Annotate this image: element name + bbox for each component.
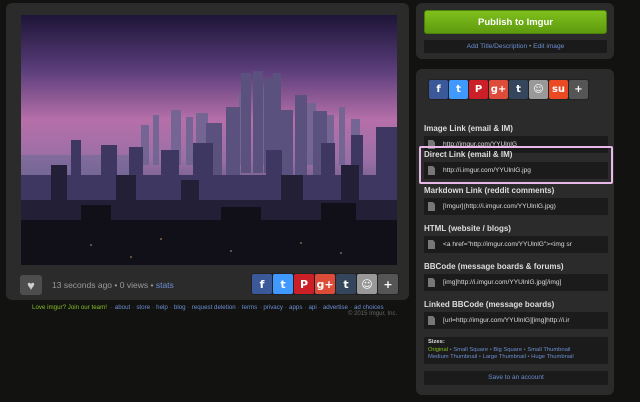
copyright: © 2015 Imgur, Inc. <box>348 311 398 317</box>
image-link-label: Image Link (email & IM) <box>424 124 513 133</box>
facebook-share-button[interactable]: f <box>429 80 448 99</box>
image-info-bar: ♥ 13 seconds ago • 0 views • stats f t Pg+… <box>20 273 399 297</box>
heart-icon: ♥ <box>27 277 35 293</box>
twitter-share-button[interactable]: t <box>273 274 293 294</box>
bbcode-link-field[interactable]: [img]http://i.imgur.com/YYUlnlG.jpg[/img… <box>424 274 608 291</box>
edit-links: Add Title/Description • Edit image <box>424 40 607 53</box>
html-link-field[interactable]: <a href="http://imgur.com/YYUlnlG"><img … <box>424 236 608 253</box>
twitter-icon: t <box>280 277 286 291</box>
footer-link-advertise[interactable]: advertise <box>323 304 348 311</box>
join-team-link[interactable]: Love imgur? Join our team! <box>32 304 107 311</box>
reddit-icon: ☺ <box>361 277 373 291</box>
footer-link-terms[interactable]: terms <box>242 304 257 311</box>
footer-link-request-deletion[interactable]: request deletion <box>192 304 236 311</box>
tumblr-share-button[interactable]: t <box>336 274 356 294</box>
image-meta: 13 seconds ago • 0 views • stats <box>52 280 174 290</box>
more-icon: + <box>383 277 393 291</box>
reddit-share-button[interactable]: ☺ <box>529 80 548 99</box>
pinterest-icon: P <box>474 84 483 95</box>
reddit-share-button[interactable]: ☺ <box>357 274 377 294</box>
direct-link-field[interactable]: http://i.imgur.com/YYUlnlG.jpg <box>424 162 608 179</box>
stats-link[interactable]: stats <box>156 280 174 290</box>
googleplus-share-button[interactable]: g+ <box>489 80 508 99</box>
facebook-icon: f <box>259 277 265 291</box>
bbcode-link-group: BBCode (message boards & forums) [img]ht… <box>424 262 608 291</box>
footer-links: Love imgur? Join our team! · about · store ·… <box>32 304 384 311</box>
direct-link-group: Direct Link (email & IM) http://i.imgur.… <box>419 146 613 184</box>
more-icon: + <box>574 84 583 95</box>
pinterest-icon: P <box>299 277 309 291</box>
publish-button[interactable]: Publish to Imgur <box>424 10 607 34</box>
direct-link-label: Direct Link (email & IM) <box>424 150 513 159</box>
publish-panel: Publish to Imgur Add Title/Description •… <box>416 3 614 59</box>
googleplus-share-button[interactable]: g+ <box>315 274 335 294</box>
footer-link-ad-choices[interactable]: ad choices <box>354 304 384 311</box>
tumblr-icon: t <box>516 84 521 95</box>
add-title-link[interactable]: Add Title/Description <box>467 43 527 50</box>
size-medium-thumbnail[interactable]: Medium Thumbnail <box>428 354 477 360</box>
stumbleupon-icon: su <box>551 84 566 95</box>
pinterest-share-button[interactable]: P <box>469 80 488 99</box>
size-original[interactable]: Original <box>428 347 448 353</box>
stumbleupon-share-button[interactable]: su <box>549 80 568 99</box>
favorite-button[interactable]: ♥ <box>20 275 42 295</box>
html-link-group: HTML (website / blogs) <a href="http://i… <box>424 224 608 253</box>
more-share-button[interactable]: + <box>569 80 588 99</box>
copy-icon <box>428 316 435 325</box>
linked-bbcode-label: Linked BBCode (message boards) <box>424 300 555 309</box>
pinterest-share-button[interactable]: P <box>294 274 314 294</box>
facebook-share-button[interactable]: f <box>252 274 272 294</box>
reddit-icon: ☺ <box>533 84 544 95</box>
copy-icon <box>428 166 435 175</box>
footer-link-store[interactable]: store <box>136 304 150 311</box>
social-share-bar: f t Pg+ t ☺ su + <box>428 79 589 100</box>
bbcode-link-label: BBCode (message boards & forums) <box>424 262 564 271</box>
upload-time: 13 seconds ago <box>52 280 113 290</box>
copy-icon <box>428 278 435 287</box>
googleplus-icon: g+ <box>490 84 507 95</box>
sizes-label: Sizes: <box>428 339 445 345</box>
uploaded-image <box>21 15 397 265</box>
tumblr-share-button[interactable]: t <box>509 80 528 99</box>
footer-link-help[interactable]: help <box>156 304 168 311</box>
twitter-icon: t <box>456 84 461 95</box>
markdown-link-field[interactable]: [Imgur](http://i.imgur.com/YYUlnlG.jpg) <box>424 198 608 215</box>
footer-link-apps[interactable]: apps <box>289 304 302 311</box>
more-share-button[interactable]: + <box>378 274 398 294</box>
size-large-thumbnail[interactable]: Large Thumbnail <box>482 354 525 360</box>
googleplus-icon: g+ <box>316 277 334 291</box>
save-to-account-button[interactable]: Save to an account <box>424 371 608 385</box>
share-links-panel: f t Pg+ t ☺ su + Image Link (email & IM) http:… <box>416 69 614 395</box>
facebook-icon: f <box>436 84 441 95</box>
twitter-share-button[interactable]: t <box>449 80 468 99</box>
size-small-square[interactable]: Small Square <box>453 347 488 353</box>
markdown-link-group: Markdown Link (reddit comments) [Imgur](… <box>424 186 608 215</box>
view-count: 0 views <box>119 280 149 290</box>
markdown-link-label: Markdown Link (reddit comments) <box>424 186 555 195</box>
tumblr-icon: t <box>343 277 349 291</box>
footer-link-api[interactable]: api <box>308 304 316 311</box>
size-big-square[interactable]: Big Square <box>493 347 522 353</box>
size-small-thumbnail[interactable]: Small Thumbnail <box>527 347 570 353</box>
html-link-label: HTML (website / blogs) <box>424 224 511 233</box>
footer-link-blog[interactable]: blog <box>174 304 186 311</box>
social-share-bar-small: f t Pg+ t ☺ + <box>251 273 399 295</box>
sizes-box: Sizes: Original • Small Square • Big Squ… <box>424 337 608 364</box>
footer-link-about[interactable]: about <box>115 304 130 311</box>
footer-link-privacy[interactable]: privacy <box>263 304 283 311</box>
copy-icon <box>428 202 435 211</box>
edit-image-link[interactable]: Edit image <box>533 43 564 50</box>
size-huge-thumbnail[interactable]: Huge Thumbnail <box>531 354 573 360</box>
copy-icon <box>428 240 435 249</box>
linked-bbcode-group: Linked BBCode (message boards) [url=http… <box>424 300 608 329</box>
image-panel: ♥ 13 seconds ago • 0 views • stats f t Pg+… <box>6 3 409 300</box>
linked-bbcode-field[interactable]: [url=http://imgur.com/YYUlnlG][img]http:… <box>424 312 608 329</box>
